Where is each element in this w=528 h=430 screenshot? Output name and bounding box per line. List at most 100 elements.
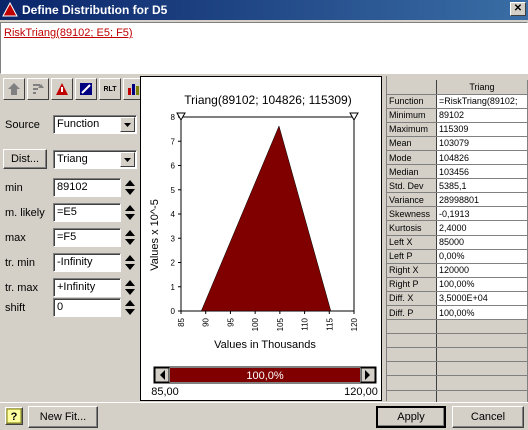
- trmin-field[interactable]: -Infinity: [53, 253, 121, 272]
- warning-button[interactable]: [51, 78, 73, 100]
- stats-row-value[interactable]: 3,5000E+04: [436, 291, 528, 307]
- stats-row-label: Mean: [387, 136, 437, 151]
- stats-row-value[interactable]: [436, 333, 528, 349]
- y-tick-label: 7: [171, 137, 176, 146]
- move-up-button[interactable]: [3, 78, 25, 100]
- min-field[interactable]: 89102: [53, 178, 121, 197]
- stats-row-value[interactable]: [436, 361, 528, 377]
- stats-row-value[interactable]: 115309: [436, 122, 528, 137]
- max-spinner[interactable]: [123, 228, 137, 247]
- sort-button[interactable]: [27, 78, 49, 100]
- stats-row: [387, 333, 528, 349]
- x-tick-label: 90: [202, 317, 211, 326]
- y-tick-label: 6: [171, 162, 176, 171]
- stats-row-label: Skewness: [387, 206, 437, 222]
- mlikely-spinner[interactable]: [123, 203, 137, 222]
- stats-row: [387, 375, 528, 391]
- max-field[interactable]: =F5: [53, 228, 121, 247]
- min-spinner[interactable]: [123, 178, 137, 197]
- stats-row-value[interactable]: 120000: [436, 263, 528, 278]
- stats-row-label: Mode: [387, 150, 437, 166]
- shift-spinner[interactable]: [123, 298, 137, 317]
- shift-field[interactable]: 0: [53, 298, 121, 317]
- max-label: max: [5, 232, 26, 244]
- stats-row: [387, 347, 528, 363]
- stats-column-header[interactable]: Triang: [436, 80, 528, 95]
- stats-row: Minimum 89102: [387, 108, 528, 123]
- stats-row: Kurtosis 2,4000: [387, 220, 528, 236]
- stats-row-label: [387, 375, 437, 391]
- stats-row-value[interactable]: 0,00%: [436, 249, 528, 264]
- apply-button[interactable]: Apply: [376, 406, 446, 428]
- stats-row-value[interactable]: [436, 347, 528, 363]
- x-tick-label: 100: [251, 317, 260, 331]
- shift-label: shift: [5, 302, 26, 314]
- warning-icon: [56, 83, 68, 95]
- new-fit-button[interactable]: New Fit...: [28, 406, 98, 428]
- trmax-spinner[interactable]: [123, 278, 137, 297]
- source-value: Function: [57, 118, 100, 130]
- chart-title: Triang(89102; 104826; 115309): [184, 93, 351, 107]
- source-select[interactable]: Function: [53, 115, 137, 134]
- stats-row-value[interactable]: 28998801: [436, 192, 528, 208]
- stats-row-label: Right X: [387, 263, 437, 278]
- y-tick-label: 0: [171, 307, 176, 316]
- stats-row: Mode 104826: [387, 150, 528, 166]
- stats-row-label: Diff. X: [387, 291, 437, 307]
- stats-row-label: Median: [387, 164, 437, 180]
- stats-row: Left X 85000: [387, 234, 528, 250]
- stats-row-value[interactable]: [436, 375, 528, 391]
- help-glyph: ?: [11, 411, 18, 423]
- dist-button[interactable]: Dist...: [3, 149, 47, 169]
- fit-button[interactable]: [75, 78, 97, 100]
- chevron-down-icon[interactable]: [120, 117, 135, 132]
- stats-row: [387, 361, 528, 377]
- chevron-down-icon[interactable]: [120, 152, 135, 167]
- x-axis-label: Values in Thousands: [214, 339, 316, 351]
- stats-row-value[interactable]: -0,1913: [436, 206, 528, 222]
- stats-row: [387, 319, 528, 335]
- stats-row-value[interactable]: 5385,1: [436, 178, 528, 194]
- formula-area[interactable]: RiskTriang(89102; E5; F5): [0, 22, 528, 74]
- title-bar: Define Distribution for D5 ✕: [0, 0, 528, 20]
- slider-left-value: 85,00: [151, 386, 179, 398]
- app-icon: [2, 2, 18, 17]
- stats-row: Variance 28998801: [387, 192, 528, 208]
- trmax-field[interactable]: +Infinity: [53, 278, 121, 297]
- mlikely-label: m. likely: [5, 207, 45, 219]
- stats-row-label: Variance: [387, 192, 437, 208]
- cancel-button[interactable]: Cancel: [452, 406, 524, 428]
- bottom-bar: ? New Fit... Apply Cancel: [0, 402, 528, 430]
- stats-row-value[interactable]: 103456: [436, 164, 528, 180]
- distribution-chart: Triang(89102; 104826; 115309) Values x 1…: [149, 93, 378, 398]
- stats-row: Mean 103079: [387, 136, 528, 151]
- stats-row-value[interactable]: 89102: [436, 108, 528, 123]
- stats-row-label: Left P: [387, 249, 437, 264]
- x-tick-label: 105: [276, 317, 285, 331]
- formula-text[interactable]: RiskTriang(89102; E5; F5): [4, 27, 133, 39]
- stats-row-value[interactable]: =RiskTriang(89102;: [436, 94, 528, 109]
- help-button[interactable]: ?: [5, 407, 23, 425]
- stats-row-value[interactable]: 100,00%: [436, 305, 528, 321]
- stats-row-value[interactable]: 100,00%: [436, 277, 528, 292]
- stats-row-label: [387, 319, 437, 335]
- stats-row-value[interactable]: 103079: [436, 136, 528, 151]
- stats-row-label: Diff. P: [387, 305, 437, 321]
- stats-row-value[interactable]: 85000: [436, 234, 528, 250]
- y-axis-label: Values x 10^-5: [149, 199, 161, 271]
- stats-row-value[interactable]: 2,4000: [436, 220, 528, 236]
- stats-row-value[interactable]: [436, 319, 528, 335]
- mlikely-field[interactable]: =E5: [53, 203, 121, 222]
- stats-row: Left P 0,00%: [387, 249, 528, 264]
- stats-row: Maximum 115309: [387, 122, 528, 137]
- x-tick-label: 85: [177, 317, 186, 326]
- close-button[interactable]: ✕: [510, 2, 526, 16]
- toolbar: RLT: [3, 78, 145, 102]
- stats-row-value[interactable]: 104826: [436, 150, 528, 166]
- rlt-button[interactable]: RLT: [99, 78, 121, 100]
- stats-row: Skewness -0,1913: [387, 206, 528, 222]
- distribution-select[interactable]: Triang: [53, 150, 137, 169]
- fit-icon: [80, 83, 92, 95]
- stats-row-label: [387, 333, 437, 349]
- trmin-spinner[interactable]: [123, 253, 137, 272]
